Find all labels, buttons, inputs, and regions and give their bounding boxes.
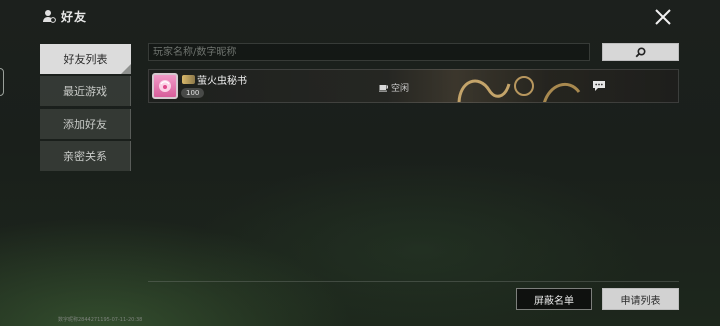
friend-list: 萤火虫秘书 100 空闲	[148, 69, 679, 103]
tab-friend-list[interactable]: 好友列表	[40, 44, 131, 74]
page-header: 好友	[42, 8, 87, 24]
friend-name: 萤火虫秘书	[197, 76, 247, 87]
divider	[148, 281, 679, 282]
close-button[interactable]	[652, 6, 674, 28]
badge-icon	[182, 75, 195, 84]
row-background-decor	[457, 76, 581, 102]
requests-button[interactable]: 申请列表	[602, 288, 679, 310]
level-badge: 100	[181, 88, 205, 98]
page-title: 好友	[61, 9, 88, 24]
tab-add-friend[interactable]: 添加好友	[40, 108, 131, 139]
avatar[interactable]	[152, 73, 178, 99]
blocklist-label: 屏蔽名单	[534, 295, 574, 307]
friend-row[interactable]: 萤火虫秘书 100 空闲	[148, 69, 679, 103]
user-icon	[42, 9, 56, 23]
footer-id-text: 数字昵称2844271195-07-11-20:38	[58, 317, 143, 323]
friend-status: 空闲	[379, 81, 409, 94]
tab-label: 最近游戏	[63, 85, 107, 99]
chat-button[interactable]	[592, 80, 606, 92]
side-drawer-handle[interactable]	[0, 68, 4, 96]
requests-label: 申请列表	[620, 295, 661, 307]
tab-label: 亲密关系	[63, 149, 107, 163]
tab-label: 好友列表	[63, 53, 108, 66]
tab-recent-games[interactable]: 最近游戏	[40, 76, 131, 107]
search-input[interactable]	[148, 43, 590, 61]
blocklist-button[interactable]: 屏蔽名单	[516, 288, 592, 310]
search-icon	[635, 46, 646, 58]
tab-label: 添加好友	[63, 117, 107, 131]
search-button[interactable]	[602, 43, 679, 61]
chat-bubble-icon	[592, 80, 606, 92]
cup-icon	[379, 84, 389, 92]
sidebar: 好友列表 最近游戏 添加好友 亲密关系	[40, 44, 131, 173]
tab-close-relations[interactable]: 亲密关系	[40, 140, 131, 171]
close-icon	[652, 6, 674, 28]
status-label: 空闲	[391, 84, 410, 94]
